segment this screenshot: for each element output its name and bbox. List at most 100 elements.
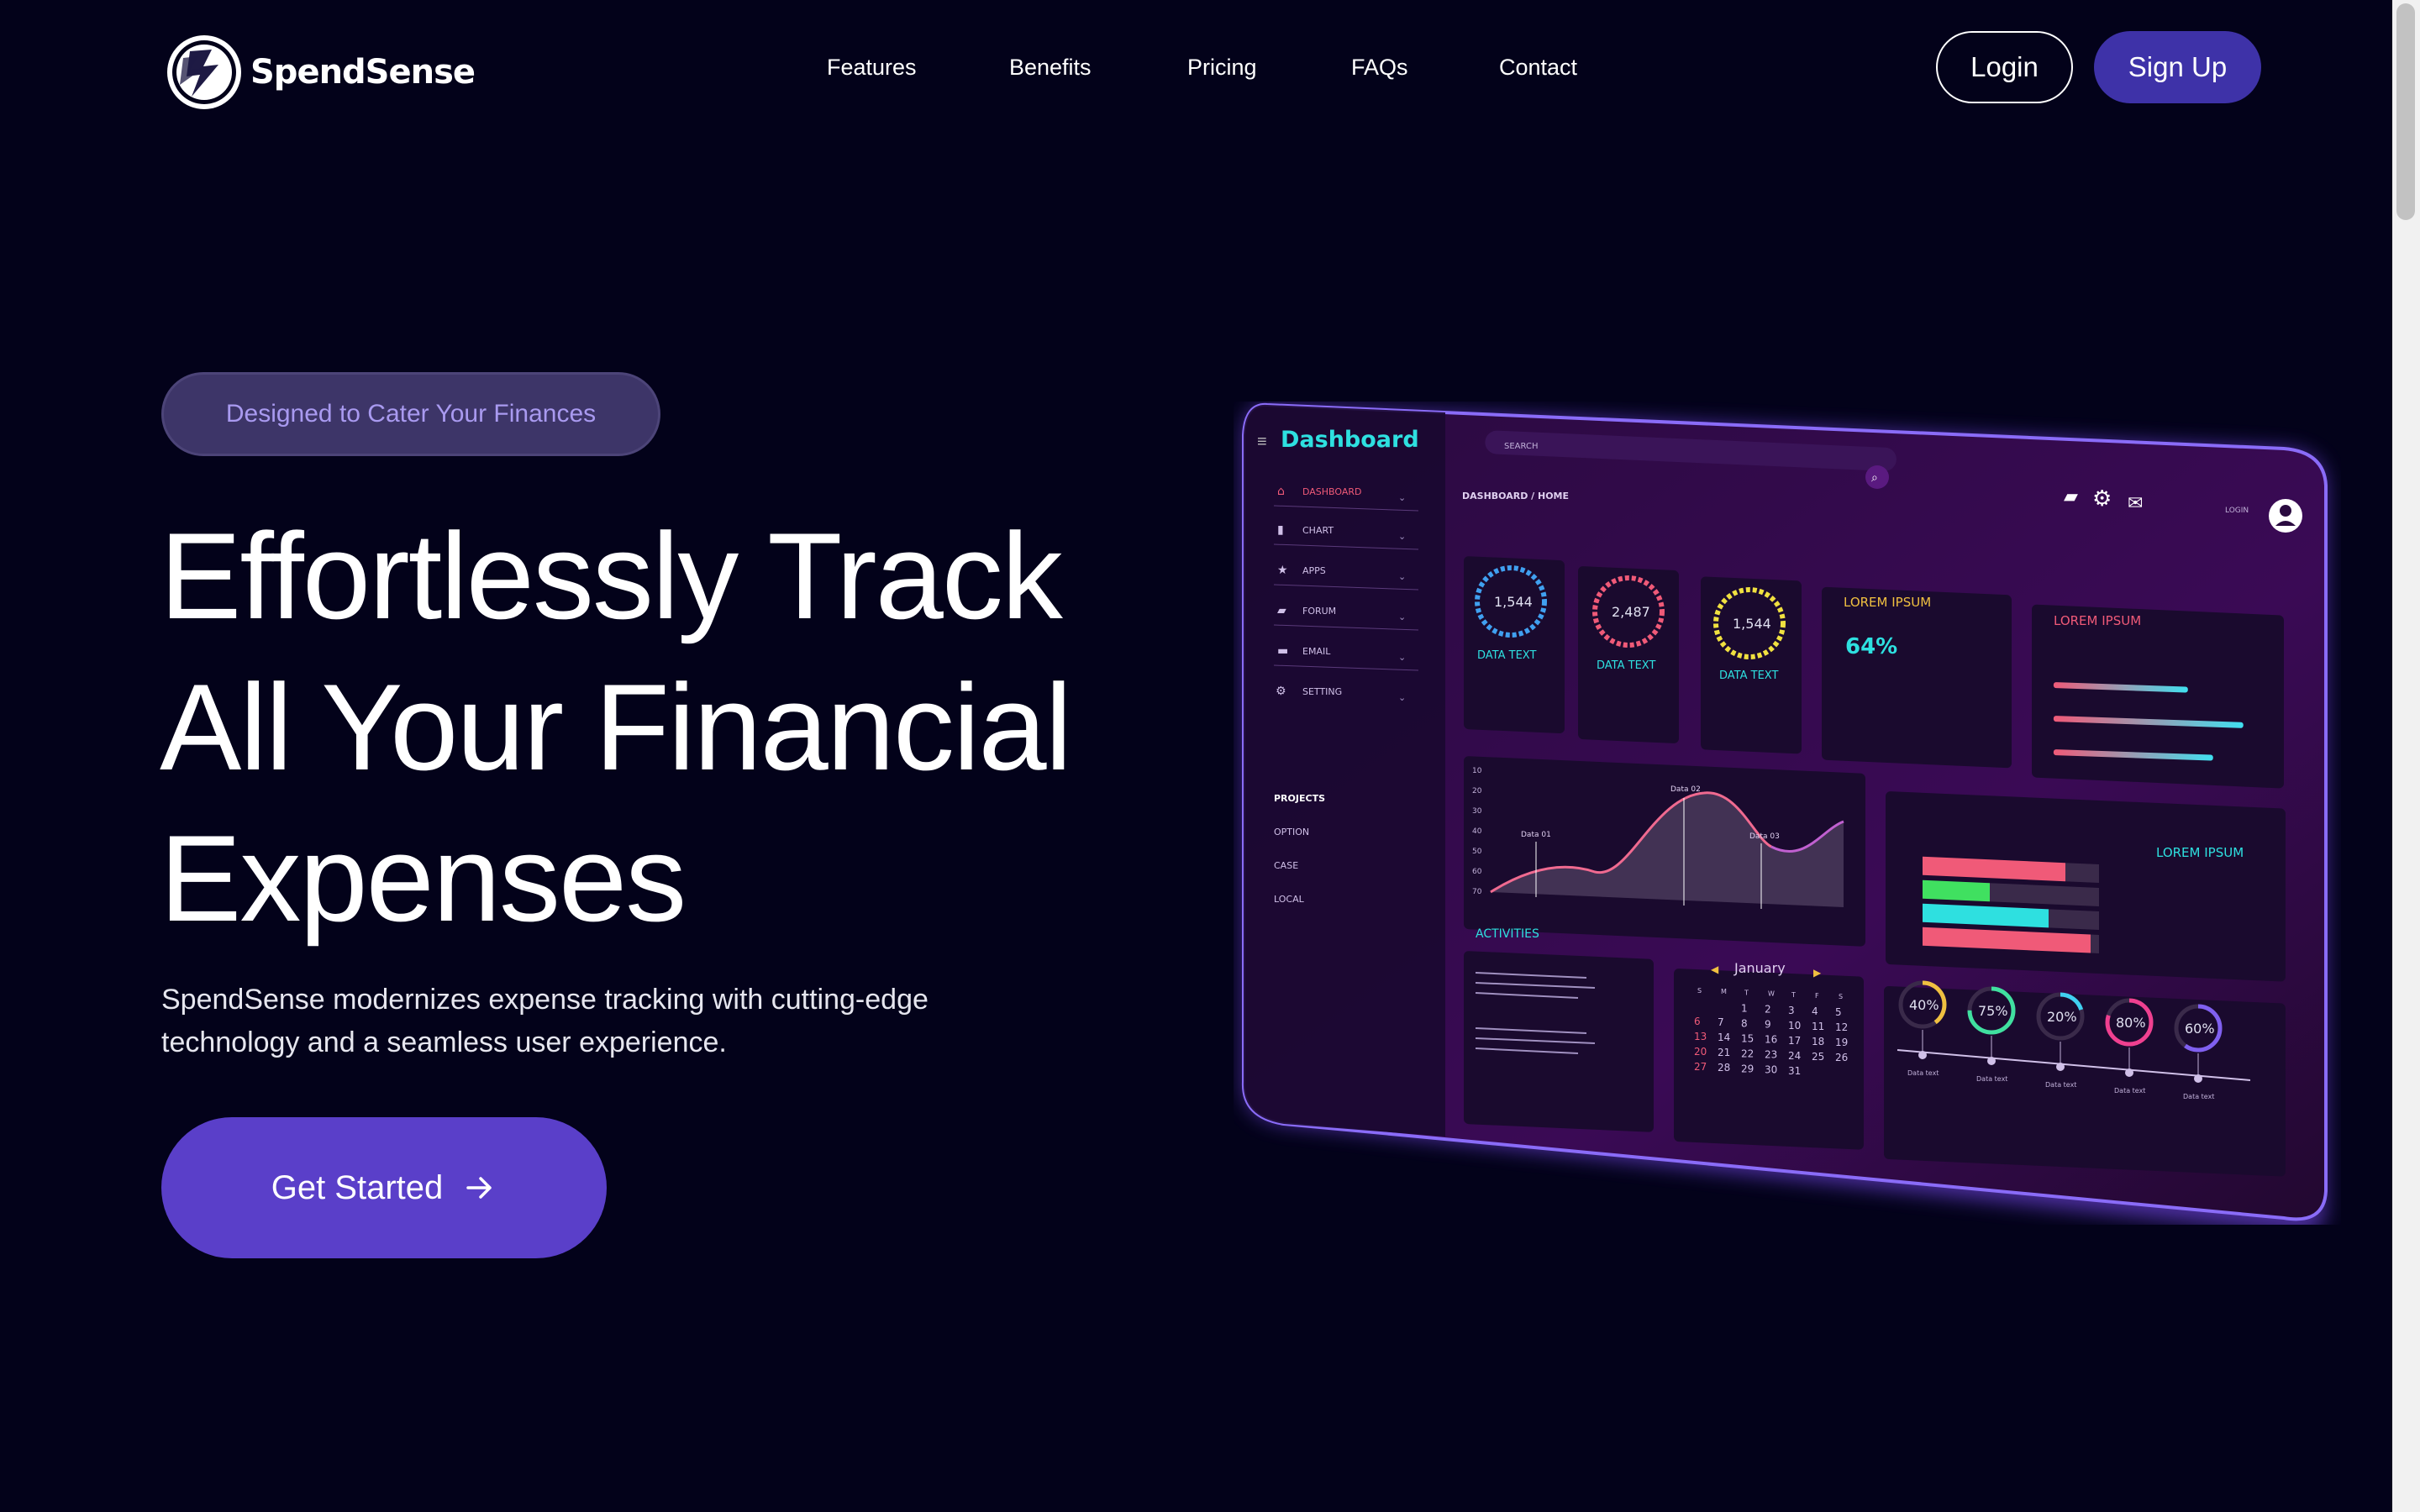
svg-text:⌄: ⌄ (1398, 652, 1406, 663)
nav-link-pricing[interactable]: Pricing (1187, 50, 1257, 84)
calendar-day[interactable]: 3 (1788, 1005, 1795, 1016)
mockup-stat-2-label: DATA TEXT (1597, 659, 1655, 672)
mockup-stat-1-value: 1,544 (1494, 594, 1533, 610)
mockup-chat-bubble-icon: ▰ (2064, 486, 2078, 507)
mockup-activities-title: ACTIVITIES (1476, 927, 1539, 941)
calendar-weekday: F (1815, 992, 1819, 1000)
mockup-stat-3-value: 1,544 (1733, 616, 1771, 632)
mockup-stat-3-label: DATA TEXT (1719, 669, 1778, 682)
calendar-day[interactable]: 29 (1741, 1063, 1754, 1074)
timeline-dot (2056, 1063, 2065, 1071)
calendar-day[interactable]: 5 (1835, 1006, 1842, 1018)
mockup-settings-icon: ⚙ (2092, 486, 2112, 511)
calendar-day[interactable]: 27 (1694, 1061, 1707, 1073)
calendar-weekday: T (1744, 989, 1749, 996)
get-started-label: Get Started (271, 1168, 444, 1206)
ring-label: 20% (2047, 1009, 2077, 1025)
calendar-weekday: T (1791, 991, 1796, 999)
ring-caption: Data text (2045, 1081, 2076, 1089)
nav-link-features[interactable]: Features (827, 50, 917, 84)
mockup-y-tick-20: 20 (1472, 787, 1482, 795)
timeline-dot (1918, 1051, 1927, 1059)
calendar-day[interactable]: 6 (1694, 1016, 1701, 1027)
mockup-star-icon: ★ (1277, 564, 1288, 577)
hero-headline: Effortlessly Track All Your Financial Ex… (160, 501, 1185, 954)
hero-badge: Designed to Cater Your Finances (161, 372, 660, 456)
mockup-menu-dashboard: DASHBOARD (1302, 486, 1362, 497)
calendar-day[interactable]: 11 (1812, 1021, 1824, 1032)
mockup-y-tick-60: 60 (1472, 868, 1482, 876)
nav-link-contact[interactable]: Contact (1499, 50, 1577, 84)
mockup-menu-email: EMAIL (1302, 646, 1331, 657)
hero-subtitle: SpendSense modernizes expense tracking w… (161, 984, 929, 1058)
mockup-calendar-next-icon: ▶ (1813, 967, 1822, 979)
calendar-day[interactable]: 14 (1718, 1032, 1730, 1043)
nav-link-benefits[interactable]: Benefits (1009, 50, 1092, 84)
calendar-weekday: M (1721, 988, 1727, 995)
calendar-day[interactable]: 20 (1694, 1046, 1707, 1058)
mockup-stat-2-value: 2,487 (1612, 604, 1650, 620)
get-started-button[interactable]: Get Started (161, 1117, 607, 1258)
landing-page: SpendSense Features Benefits Pricing FAQ… (0, 0, 2392, 1512)
svg-text:⌄: ⌄ (1398, 612, 1406, 622)
calendar-day[interactable]: 13 (1694, 1031, 1707, 1042)
calendar-day[interactable]: 24 (1788, 1050, 1801, 1062)
calendar-day[interactable]: 23 (1765, 1049, 1777, 1061)
mockup-lorem-2-title: LOREM IPSUM (2054, 613, 2141, 628)
ring-label: 75% (1978, 1003, 2008, 1019)
nav-link-faqs[interactable]: FAQs (1351, 50, 1408, 84)
calendar-day[interactable]: 8 (1741, 1017, 1748, 1029)
mockup-chart-label-1: Data 01 (1521, 831, 1551, 839)
ring-caption: Data text (2183, 1093, 2214, 1100)
mockup-project-local: LOCAL (1274, 894, 1305, 905)
mockup-search-placeholder: SEARCH (1504, 442, 1538, 451)
ring-caption: Data text (1907, 1069, 1939, 1077)
calendar-day[interactable]: 16 (1765, 1034, 1777, 1046)
mockup-y-tick-10: 10 (1472, 767, 1482, 775)
calendar-day[interactable]: 12 (1835, 1021, 1848, 1033)
calendar-day[interactable]: 10 (1788, 1020, 1801, 1032)
calendar-day[interactable]: 7 (1718, 1016, 1724, 1028)
calendar-day[interactable]: 22 (1741, 1047, 1754, 1059)
mockup-chat-icon: ▰ (1277, 604, 1286, 617)
mockup-y-tick-50: 50 (1472, 848, 1482, 856)
mockup-y-tick-30: 30 (1472, 807, 1482, 816)
calendar-day[interactable]: 4 (1812, 1005, 1818, 1017)
svg-text:⌕: ⌕ (1871, 470, 1878, 484)
calendar-day[interactable]: 9 (1765, 1019, 1771, 1031)
ring-caption: Data text (1976, 1075, 2007, 1083)
calendar-day[interactable]: 18 (1812, 1036, 1824, 1047)
mockup-home-icon: ⌂ (1277, 485, 1285, 498)
calendar-day[interactable]: 25 (1812, 1051, 1824, 1063)
headline-line-1: Effortlessly Track (160, 507, 1063, 644)
mockup-y-tick-40: 40 (1472, 827, 1482, 836)
mockup-project-option: OPTION (1274, 827, 1309, 837)
ring-label: 60% (2185, 1021, 2215, 1037)
ring-label: 40% (1909, 997, 1939, 1013)
mockup-calendar-prev-icon: ◀ (1711, 963, 1719, 975)
mockup-gear-icon: ⚙ (1276, 685, 1286, 698)
calendar-day[interactable]: 19 (1835, 1037, 1848, 1048)
mockup-stat-1-label: DATA TEXT (1477, 649, 1536, 662)
signup-button[interactable]: Sign Up (2094, 31, 2261, 103)
calendar-day[interactable]: 31 (1788, 1065, 1801, 1077)
mockup-lorem-1-value: 64% (1845, 634, 1897, 659)
calendar-day[interactable]: 2 (1765, 1004, 1771, 1016)
calendar-day[interactable]: 17 (1788, 1035, 1801, 1047)
scrollbar-thumb[interactable] (2396, 3, 2415, 220)
calendar-day[interactable]: 30 (1765, 1064, 1777, 1076)
headline-line-2: All Your Financial (160, 659, 1072, 795)
mockup-menu-setting: SETTING (1302, 686, 1342, 697)
mockup-chart-label-2: Data 02 (1670, 785, 1701, 794)
calendar-day[interactable]: 1 (1741, 1002, 1748, 1014)
timeline-dot (1987, 1057, 1996, 1065)
page-scrollbar[interactable] (2392, 0, 2420, 1512)
login-button[interactable]: Login (1936, 31, 2073, 103)
calendar-day[interactable]: 15 (1741, 1032, 1754, 1044)
calendar-weekday: S (1697, 987, 1702, 995)
mockup-menu-icon: ≡ (1257, 433, 1267, 451)
mockup-chart-icon: ▮ (1277, 523, 1284, 537)
calendar-day[interactable]: 21 (1718, 1047, 1730, 1058)
calendar-day[interactable]: 28 (1718, 1062, 1730, 1074)
calendar-day[interactable]: 26 (1835, 1052, 1848, 1063)
